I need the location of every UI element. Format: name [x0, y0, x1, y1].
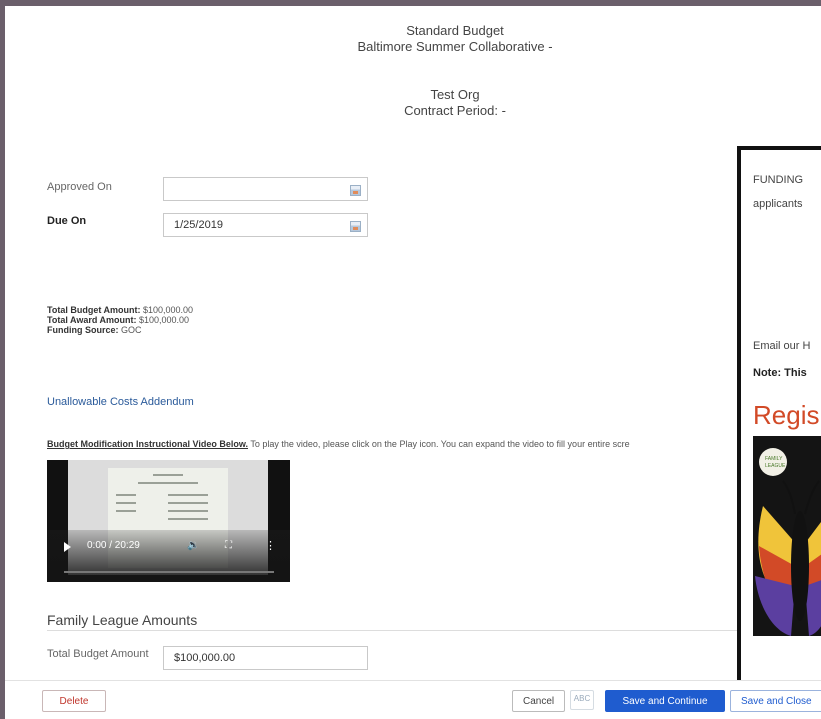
- delete-button[interactable]: Delete: [42, 690, 106, 712]
- budget-window: Standard Budget Baltimore Summer Collabo…: [5, 6, 821, 719]
- total-award-value: $100,000.00: [139, 315, 190, 325]
- registration-poster[interactable]: FAMILY LEAGUE: [753, 436, 821, 636]
- video-progress-track[interactable]: [64, 571, 274, 573]
- register-heading[interactable]: Regis: [753, 400, 819, 431]
- approved-on-field[interactable]: [163, 177, 368, 201]
- contract-period: Contract Period: -: [404, 103, 506, 118]
- save-and-close-button[interactable]: Save and Close: [730, 690, 821, 712]
- play-icon[interactable]: [64, 542, 71, 552]
- poster-logo-text: LEAGUE: [765, 463, 786, 469]
- total-budget-label: Total Budget Amount:: [47, 305, 141, 315]
- volume-icon[interactable]: 🔉: [187, 540, 199, 551]
- section-divider: [47, 630, 767, 631]
- save-and-continue-button[interactable]: Save and Continue: [605, 690, 725, 712]
- more-options-icon[interactable]: ⋮: [265, 539, 276, 552]
- video-controls: [47, 530, 290, 582]
- applicants-text: applicants: [753, 198, 803, 210]
- video-time: 0:00 / 20:29: [87, 540, 140, 551]
- video-instructions: Budget Modification Instructional Video …: [47, 439, 630, 449]
- due-on-field[interactable]: 1/25/2019: [163, 213, 368, 237]
- total-award-label: Total Award Amount:: [47, 315, 137, 325]
- total-budget-amount-label: Total Budget Amount: [47, 648, 149, 660]
- total-budget-value: $100,000.00: [143, 305, 194, 315]
- cancel-button[interactable]: Cancel: [512, 690, 565, 712]
- note-text: Note: This: [753, 367, 807, 379]
- approved-on-label: Approved On: [47, 181, 112, 193]
- video-instructions-title: Budget Modification Instructional Video …: [47, 439, 249, 449]
- info-side-panel: FUNDING applicants Email our H Note: Thi…: [737, 146, 821, 686]
- calendar-icon[interactable]: [350, 185, 361, 196]
- org-name: Test Org: [430, 87, 480, 102]
- budget-summary: Total Budget Amount: $100,000.00 Total A…: [47, 305, 193, 335]
- funding-text: FUNDING: [753, 174, 804, 186]
- form-title: Standard Budget: [406, 23, 504, 38]
- due-on-label: Due On: [47, 215, 87, 227]
- email-text: Email our H: [753, 340, 811, 352]
- poster-logo-text: FAMILY: [765, 456, 783, 462]
- spellcheck-icon[interactable]: ABC: [570, 690, 594, 710]
- funding-source-label: Funding Source:: [47, 325, 119, 335]
- calendar-icon[interactable]: [350, 221, 361, 232]
- fullscreen-icon[interactable]: ⛶: [225, 540, 232, 551]
- total-budget-amount-field[interactable]: $100,000.00: [163, 646, 368, 670]
- butterfly-poster-image: FAMILY LEAGUE: [753, 436, 821, 636]
- footer-toolbar: Delete Cancel ABC Save and Continue Save…: [5, 680, 821, 719]
- instructional-video-player[interactable]: 0:00 / 20:29 🔉 ⛶ ⋮: [47, 460, 290, 582]
- family-league-amounts-heading: Family League Amounts: [47, 612, 198, 628]
- unallowable-costs-link[interactable]: Unallowable Costs Addendum: [47, 396, 194, 408]
- video-instructions-text: To play the video, please click on the P…: [248, 439, 630, 449]
- funding-source-value: GOC: [121, 325, 142, 335]
- program-name: Baltimore Summer Collaborative -: [357, 39, 553, 54]
